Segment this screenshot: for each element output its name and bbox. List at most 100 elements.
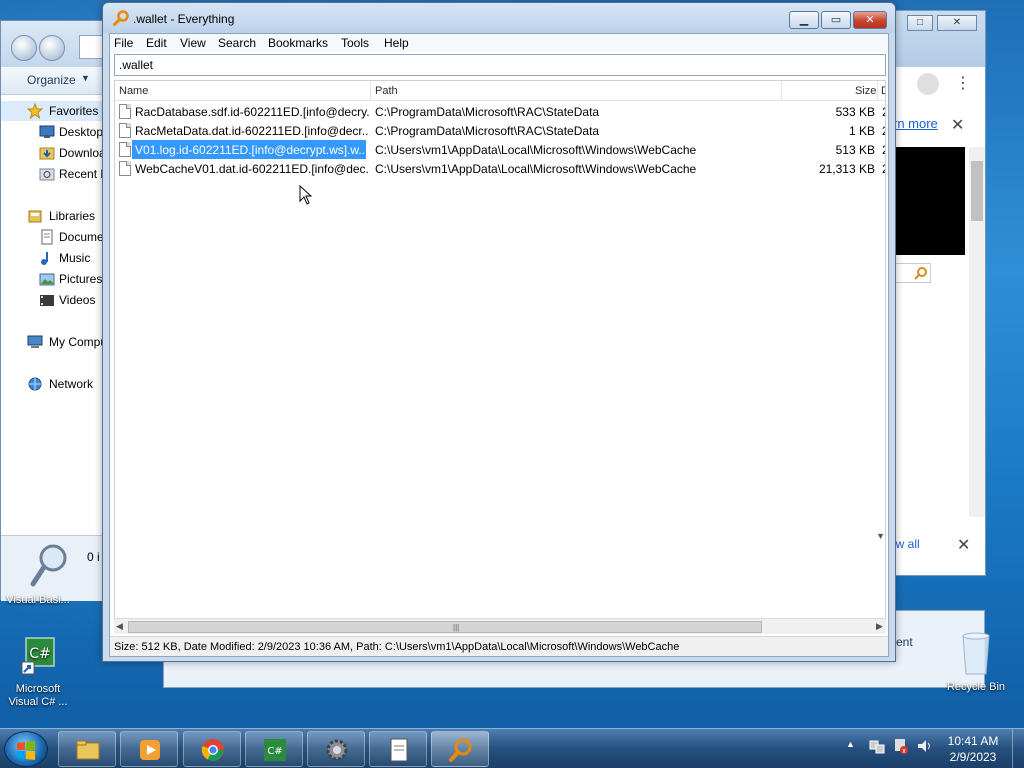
everything-app-icon	[113, 10, 129, 26]
background-browser-window[interactable]: □ ✕ ⋮ rn more ✕ ow all ✕	[884, 10, 986, 576]
taskbar-document-button[interactable]	[369, 731, 427, 767]
navigation-pane: Favorites Desktop Downloads Recent Place…	[1, 95, 111, 535]
results-list[interactable]: Name Path Size Da RacDatabase.sdf.id-602…	[114, 80, 886, 632]
search-input[interactable]	[114, 54, 886, 76]
desktop-icon-visual-csharp[interactable]: C# Microsoft Visual C# ...	[4, 636, 72, 709]
nav-item-documents[interactable]: Documents	[1, 227, 111, 247]
nav-item-computer[interactable]: My Computer	[1, 332, 111, 352]
music-icon	[41, 252, 48, 265]
everything-client-area: File Edit View Search Bookmarks Tools He…	[109, 33, 889, 657]
column-divider[interactable]	[781, 81, 782, 101]
row-path: C:\Users\vm1\AppData\Local\Microsoft\Win…	[375, 162, 697, 176]
table-row[interactable]: WebCacheV01.dat.id-602211ED.[info@dec...…	[115, 159, 885, 178]
magnifier-icon	[30, 544, 67, 587]
horizontal-scrollbar[interactable]: ◀ ||| ▶	[114, 618, 886, 634]
row-size: 1 KB	[848, 124, 875, 138]
nav-item-libraries[interactable]: Libraries	[1, 206, 111, 226]
bg-maximize-button[interactable]: □	[907, 15, 933, 31]
nav-item-videos[interactable]: Videos	[1, 290, 111, 310]
table-row[interactable]: RacDatabase.sdf.id-602211ED.[info@decry.…	[115, 102, 885, 121]
more-options-icon[interactable]: ⋮	[955, 73, 971, 93]
bg-scroll-thumb[interactable]	[971, 161, 983, 221]
learn-more-link[interactable]: rn more	[893, 116, 938, 131]
taskbar-settings-button[interactable]	[307, 731, 365, 767]
close-downloads-icon[interactable]: ✕	[957, 535, 970, 555]
nav-item-recent[interactable]: Recent Places	[1, 164, 111, 184]
explorer-nav-bar	[1, 21, 119, 67]
taskbar: C# ▲ x 10:41 AM 2/9/2023	[0, 728, 1024, 768]
menu-help[interactable]: Help	[384, 36, 409, 50]
document-icon	[390, 738, 408, 762]
table-row[interactable]: RacMetaData.dat.id-602211ED.[info@decr..…	[115, 121, 885, 140]
clock[interactable]: 10:41 AM 2/9/2023	[938, 733, 1008, 765]
action-center-icon[interactable]: x	[892, 737, 910, 755]
taskbar-everything-button[interactable]	[431, 731, 489, 767]
scroll-down-arrow-icon[interactable]: ▼	[876, 531, 885, 541]
svg-text:C#: C#	[267, 746, 282, 757]
scroll-left-arrow-icon[interactable]: ◀	[116, 621, 123, 632]
file-icon	[119, 104, 131, 119]
bg-close-button[interactable]: ✕	[937, 15, 977, 31]
horizontal-scroll-thumb[interactable]: |||	[128, 621, 762, 633]
network-status-icon[interactable]	[868, 737, 886, 755]
menu-view[interactable]: View	[180, 36, 206, 50]
taskbar-visual-csharp-button[interactable]: C#	[245, 731, 303, 767]
everything-titlebar[interactable]: .wallet - Everything ▁ ▭ ✕	[103, 3, 895, 33]
menu-file[interactable]: File	[114, 36, 133, 50]
clock-date: 2/9/2023	[949, 750, 997, 764]
menu-search[interactable]: Search	[218, 36, 256, 50]
volume-icon[interactable]	[916, 737, 934, 755]
media-player-icon	[140, 740, 160, 760]
file-icon	[119, 161, 131, 176]
taskbar-media-player-button[interactable]	[120, 731, 178, 767]
back-button[interactable]	[11, 35, 37, 61]
menu-bar: File Edit View Search Bookmarks Tools He…	[110, 34, 888, 52]
menu-tools[interactable]: Tools	[341, 36, 369, 50]
nav-item-pictures[interactable]: Pictures	[1, 269, 111, 289]
column-name[interactable]: Name	[119, 85, 148, 97]
items-count: 0 i	[87, 550, 100, 564]
scroll-right-arrow-icon[interactable]: ▶	[876, 621, 883, 632]
menu-bookmarks[interactable]: Bookmarks	[268, 36, 328, 50]
column-date-modified[interactable]: Da	[881, 85, 885, 97]
desktop-icon-recycle-bin[interactable]: Recycle Bin	[940, 630, 1012, 693]
desktop-icon-label: Visual Basi...	[6, 594, 70, 606]
close-icon[interactable]: ✕	[951, 115, 964, 135]
forward-button[interactable]	[39, 35, 65, 61]
start-button[interactable]	[4, 731, 48, 767]
taskbar-chrome-button[interactable]	[183, 731, 241, 767]
nav-item-music[interactable]: Music	[1, 248, 111, 268]
column-divider[interactable]	[370, 81, 371, 101]
minimize-button[interactable]: ▁	[789, 11, 819, 29]
nav-item-favorites[interactable]: Favorites	[1, 101, 111, 121]
bg-search-box[interactable]	[895, 263, 931, 283]
show-desktop-button[interactable]	[1012, 729, 1024, 768]
column-divider[interactable]	[877, 81, 878, 101]
nav-item-network[interactable]: Network	[1, 374, 111, 394]
gear-icon	[326, 739, 348, 761]
close-button[interactable]: ✕	[853, 11, 887, 29]
everything-window[interactable]: .wallet - Everything ▁ ▭ ✕ File Edit Vie…	[102, 2, 896, 662]
folder-icon	[76, 740, 100, 760]
row-name: RacMetaData.dat.id-602211ED.[info@decr..…	[135, 124, 369, 138]
chrome-icon	[201, 739, 224, 761]
recent-places-icon	[39, 168, 55, 181]
row-date: 2/	[882, 124, 885, 138]
maximize-button[interactable]: ▭	[821, 11, 851, 29]
videos-icon	[40, 295, 54, 306]
nav-item-desktop[interactable]: Desktop	[1, 122, 111, 142]
column-size[interactable]: Size	[855, 85, 876, 97]
organize-button[interactable]: Organize	[27, 73, 76, 87]
mouse-cursor-icon	[299, 185, 313, 205]
table-row-selected[interactable]: V01.log.id-602211ED.[info@decrypt.ws].w.…	[115, 140, 885, 159]
column-path[interactable]: Path	[375, 85, 398, 97]
explorer-window[interactable]: Organize ▼ Favorites Desktop Downloads R…	[0, 20, 119, 601]
explorer-command-bar: Organize ▼	[1, 67, 111, 95]
desktop-icon-vs-partial[interactable]: Visual Basi...	[4, 594, 72, 606]
nav-item-downloads[interactable]: Downloads	[1, 143, 111, 163]
menu-edit[interactable]: Edit	[146, 36, 167, 50]
profile-avatar-icon[interactable]	[917, 73, 939, 95]
taskbar-explorer-button[interactable]	[58, 731, 116, 767]
show-hidden-icons-icon[interactable]: ▲	[846, 739, 855, 749]
computer-icon	[27, 335, 43, 348]
